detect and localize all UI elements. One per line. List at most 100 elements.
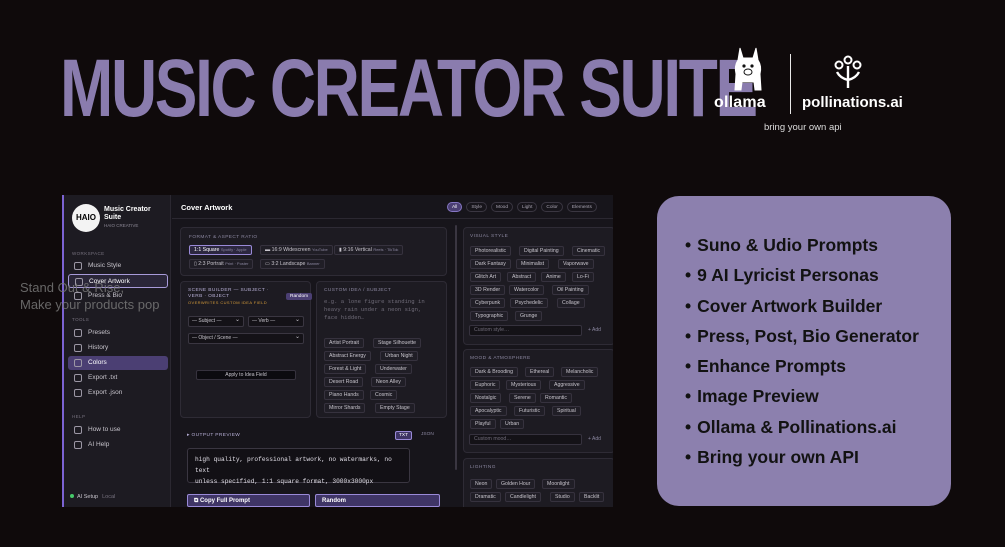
random-prompt-button[interactable]: Random	[315, 494, 440, 507]
idea-chip[interactable]: Cosmic	[370, 390, 398, 400]
sidebar-item-export-json[interactable]: Export .json	[68, 386, 168, 400]
mood-chip[interactable]: Dark & Brooding	[470, 367, 519, 377]
main-scrollbar[interactable]	[455, 225, 457, 470]
mood-chip[interactable]: Aggressive	[549, 380, 585, 390]
format-option-vertical[interactable]: ▮ 9:16 Vertical Reels · TikTok	[334, 245, 404, 255]
lighting-chip[interactable]: Dramatic	[470, 492, 501, 502]
mood-chip[interactable]: Romantic	[540, 393, 572, 403]
style-chip[interactable]: Typographic	[470, 311, 509, 321]
sidebar-item-presets[interactable]: Presets	[68, 326, 168, 340]
copy-full-prompt-button[interactable]: ⧉ Copy Full Prompt	[187, 494, 310, 507]
mood-chip[interactable]: Apocalyptic	[470, 406, 507, 416]
format-option-landscape[interactable]: ▭ 3:2 Landscape Banner	[260, 259, 325, 269]
style-chip[interactable]: Grunge	[515, 311, 543, 321]
visual-style-panel: VISUAL STYLE Photorealistic Digital Pain…	[463, 227, 613, 345]
lighting-chip[interactable]: Moonlight	[542, 479, 575, 489]
mood-chip[interactable]: Melancholic	[561, 367, 599, 377]
mood-label: MOOD & ATMOSPHERE	[470, 356, 531, 361]
mood-chip[interactable]: Futuristic	[514, 406, 546, 416]
lighting-panel: LIGHTING Neon Golden Hour Moonlight Dram…	[463, 458, 613, 507]
idea-chip[interactable]: Urban Night	[380, 351, 418, 361]
format-option-square[interactable]: 1:1 Square Spotify · Apple	[189, 245, 252, 255]
sidebar-item-colors[interactable]: Colors	[68, 356, 168, 370]
mood-chip[interactable]: Mysterious	[506, 380, 542, 390]
style-chip[interactable]: Cyberpunk	[470, 298, 506, 308]
style-chip[interactable]: Lo-Fi	[572, 272, 594, 282]
verb-select[interactable]: — Verb —	[248, 316, 304, 327]
sidebar-item-export-txt[interactable]: Export .txt	[68, 371, 168, 385]
mood-chip[interactable]: Spiritual	[552, 406, 581, 416]
lighting-chip[interactable]: Neon	[470, 479, 493, 489]
style-chip[interactable]: Psychedelic	[510, 298, 548, 308]
pollinations-flower-icon	[834, 55, 862, 88]
style-chip[interactable]: Digital Painting	[519, 246, 564, 256]
style-chip[interactable]: Cinematic	[572, 246, 606, 256]
add-mood-button[interactable]: + Add	[588, 436, 601, 442]
scene-builder-note: OVERWRITES CUSTOM IDEA FIELD	[188, 300, 268, 305]
apply-idea-button[interactable]: Apply to Idea Field	[196, 370, 296, 380]
style-chip[interactable]: Glitch Art	[470, 272, 502, 282]
mood-chip[interactable]: Euphoric	[470, 380, 501, 390]
sidebar: HAIO Music Creator Suite HAIO CREATIVE W…	[64, 195, 171, 507]
sidebar-item-how-to-use[interactable]: How to use	[68, 423, 168, 437]
sidebar-item-music-style[interactable]: Music Style	[68, 259, 168, 273]
brand-block: ollama pollinations.ai bring your own ap…	[712, 46, 912, 136]
mood-chip[interactable]: Serene	[509, 393, 536, 403]
style-chip[interactable]: Minimalist	[516, 259, 550, 269]
mood-chip[interactable]: Ethereal	[525, 367, 555, 377]
format-option-widescreen[interactable]: ▬ 16:9 Widescreen YouTube	[260, 245, 333, 255]
ollama-llama-icon	[734, 47, 762, 91]
idea-chip[interactable]: Desert Road	[324, 377, 364, 387]
ai-setup-button[interactable]: AI Setup Local	[70, 494, 115, 500]
idea-chip[interactable]: Forest & Light	[324, 364, 367, 374]
custom-idea-input[interactable]: e.g. a lone figure standing in heavy rai…	[324, 298, 425, 323]
style-chip[interactable]: Abstract	[507, 272, 537, 282]
mood-chip[interactable]: Playful	[470, 419, 496, 429]
output-preview-text: high quality, professional artwork, no w…	[187, 448, 410, 485]
mood-chip[interactable]: Urban	[500, 419, 525, 429]
filter-style[interactable]: Style	[466, 202, 488, 212]
sidebar-item-label: Colors	[88, 359, 107, 366]
filter-color[interactable]: Color	[541, 202, 563, 212]
subject-select[interactable]: — Subject —	[188, 316, 244, 327]
custom-style-input[interactable]: Custom style…	[469, 325, 582, 336]
section-workspace: WORKSPACE	[72, 251, 105, 256]
brand-divider	[790, 54, 791, 114]
filter-mood[interactable]: Mood	[491, 202, 514, 212]
idea-chip[interactable]: Stage Silhouette	[373, 338, 422, 348]
style-chip[interactable]: Collage	[557, 298, 585, 308]
idea-chip[interactable]: Neon Alley	[371, 377, 406, 387]
format-option-portrait[interactable]: ▯ 2:3 Portrait Print · Poster	[189, 259, 254, 269]
sidebar-item-ai-help[interactable]: AI Help	[68, 438, 168, 452]
sidebar-item-history[interactable]: History	[68, 341, 168, 355]
filter-elements[interactable]: Elements	[566, 202, 597, 212]
filter-all[interactable]: All	[447, 202, 463, 212]
mood-chip[interactable]: Nostalgic	[470, 393, 502, 403]
style-chip[interactable]: Oil Painting	[552, 285, 589, 295]
style-chip[interactable]: Photorealistic	[470, 246, 512, 256]
style-chip[interactable]: Watercolor	[509, 285, 544, 295]
style-chip[interactable]: Anime	[541, 272, 566, 282]
style-chip[interactable]: Vaporwave	[558, 259, 594, 269]
idea-chip[interactable]: Empty Stage	[375, 403, 415, 413]
idea-chip[interactable]: Artist Portrait	[324, 338, 364, 348]
tab-json[interactable]: JSON	[418, 431, 437, 438]
hero-title: MUSIC CREATOR SUITE	[60, 43, 758, 134]
lighting-chip[interactable]: Candlelight	[505, 492, 541, 502]
style-chip[interactable]: Dark Fantasy	[470, 259, 511, 269]
object-select[interactable]: — Object / Scene —	[188, 333, 304, 344]
brand-tagline: bring your own api	[764, 122, 842, 133]
idea-chip[interactable]: Abstract Energy	[324, 351, 371, 361]
scene-random-button[interactable]: Random	[286, 293, 313, 300]
idea-chip[interactable]: Piano Hands	[324, 390, 364, 400]
add-style-button[interactable]: + Add	[588, 327, 601, 333]
idea-chip[interactable]: Mirror Shards	[324, 403, 366, 413]
idea-chip[interactable]: Underwater	[375, 364, 412, 374]
lighting-chip[interactable]: Golden Hour	[496, 479, 536, 489]
style-chip[interactable]: 3D Render	[470, 285, 506, 295]
lighting-chip[interactable]: Studio	[550, 492, 575, 502]
tab-txt[interactable]: TXT	[395, 431, 413, 440]
lighting-chip[interactable]: Backlit	[579, 492, 605, 502]
custom-mood-input[interactable]: Custom mood…	[469, 434, 582, 445]
filter-light[interactable]: Light	[517, 202, 538, 212]
